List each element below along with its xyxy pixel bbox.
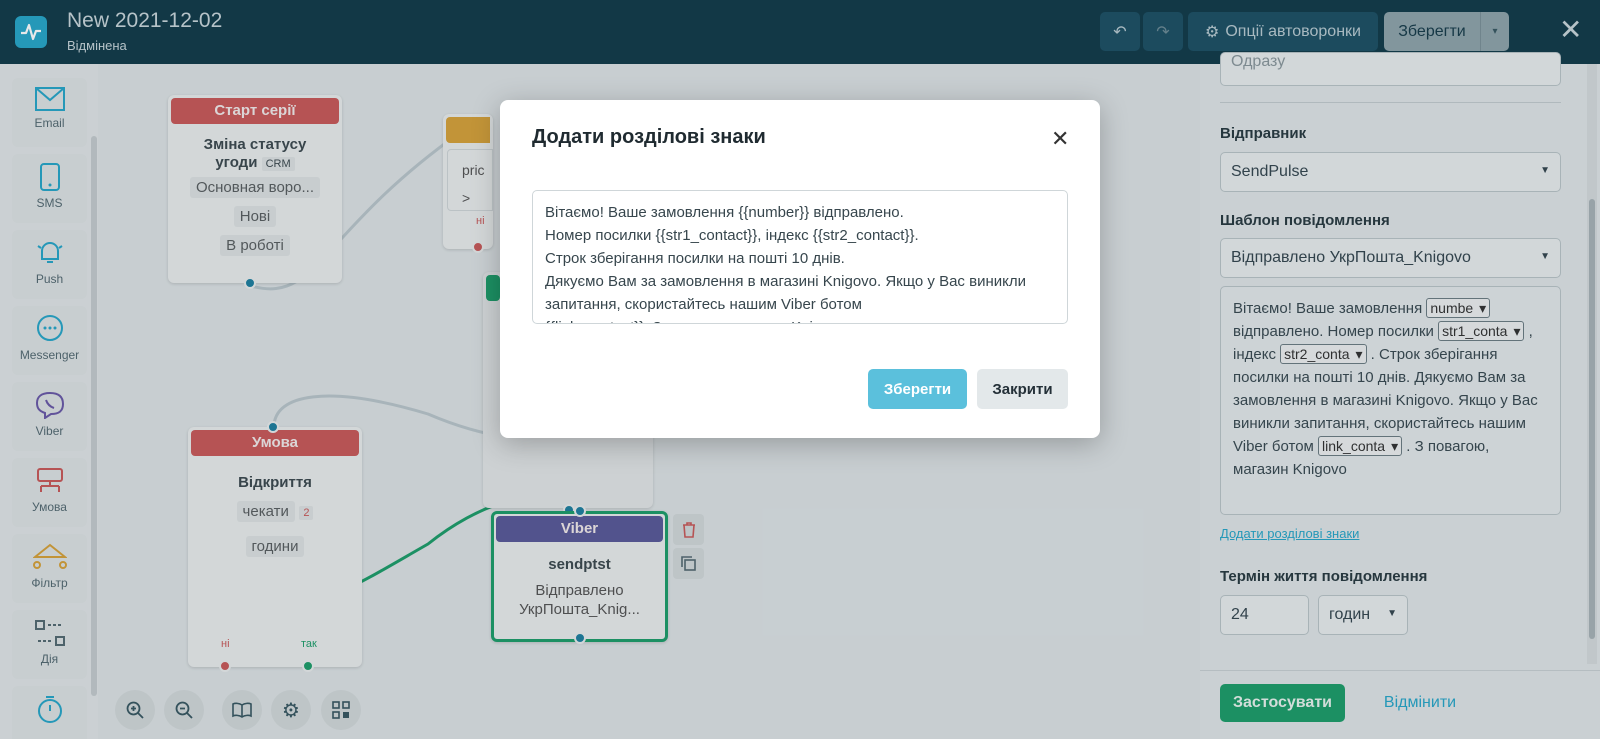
message-textarea[interactable]: Вітаємо! Ваше замовлення {{number}} відп… [532,190,1068,324]
dialog-title: Додати розділові знаки [532,126,766,148]
close-icon[interactable]: ✕ [1051,126,1069,152]
close-button[interactable]: Закрити [977,369,1068,409]
add-punctuation-dialog: Додати розділові знаки ✕ Вітаємо! Ваше з… [500,100,1100,438]
save-button[interactable]: Зберегти [868,369,967,409]
